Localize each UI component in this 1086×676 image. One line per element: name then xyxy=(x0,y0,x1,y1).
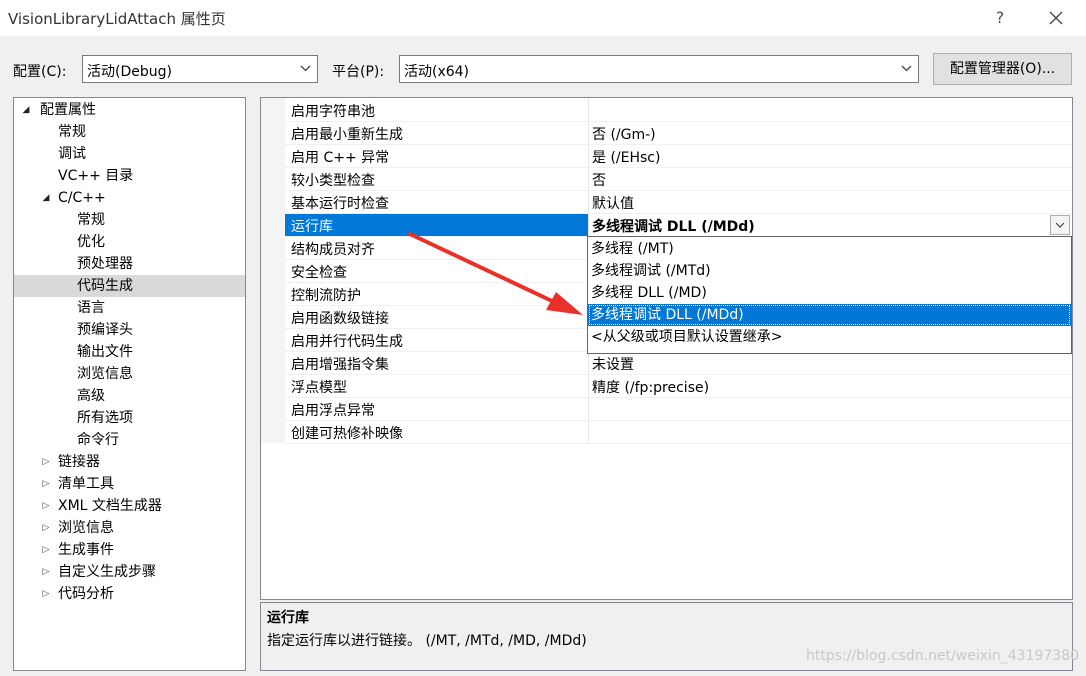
tree-node-build-events[interactable]: ▷ 生成事件 xyxy=(14,539,245,561)
dropdown-option-mdd[interactable]: 多线程调试 DLL (/MDd) xyxy=(588,304,1071,326)
close-button[interactable] xyxy=(1044,6,1068,30)
expanded-arrow-icon[interactable]: ◢ xyxy=(20,99,32,121)
property-row[interactable]: 启用 C++ 异常是 (/EHsc) xyxy=(285,145,1072,168)
window-title: VisionLibraryLidAttach 属性页 xyxy=(8,10,226,28)
tree-node-output-files[interactable]: 输出文件 xyxy=(14,341,245,363)
tree-node-command-line[interactable]: 命令行 xyxy=(14,429,245,451)
property-row[interactable]: 基本运行时检查 默认值 xyxy=(285,191,1072,214)
close-icon xyxy=(1049,11,1063,25)
property-row[interactable]: 启用增强指令集 未设置 xyxy=(285,352,1072,375)
dropdown-option-mtd[interactable]: 多线程调试 (/MTd) xyxy=(588,260,1071,282)
property-row[interactable]: 较小类型检查否 xyxy=(285,168,1072,191)
property-row[interactable]: 启用字符串池 xyxy=(285,99,1072,122)
help-button[interactable]: ? xyxy=(988,6,1012,30)
dropdown-option-mt[interactable]: 多线程 (/MT) xyxy=(588,238,1071,260)
tree-node-code-analysis[interactable]: ▷ 代码分析 xyxy=(14,583,245,605)
property-tree: ◢ 配置属性 常规 调试 VC++ 目录 ◢ C/C++ 常规 优化 预处理器 代码… xyxy=(13,97,246,671)
platform-label: 平台(P): xyxy=(332,64,385,80)
collapsed-arrow-icon[interactable]: ▷ xyxy=(40,495,52,517)
description-title: 运行库 xyxy=(267,610,309,626)
dropdown-option-md[interactable]: 多线程 DLL (/MD) xyxy=(588,282,1071,304)
tree-node-code-generation[interactable]: 代码生成 xyxy=(14,275,245,297)
collapsed-arrow-icon[interactable]: ▷ xyxy=(40,561,52,583)
tree-node-cpp-general[interactable]: 常规 xyxy=(14,209,245,231)
property-row-runtime-library[interactable]: 运行库 多线程调试 DLL (/MDd) xyxy=(285,214,1072,237)
tree-node-manifest-tool[interactable]: ▷ 清单工具 xyxy=(14,473,245,495)
collapsed-arrow-icon[interactable]: ▷ xyxy=(40,451,52,473)
tree-node-browse-info[interactable]: 浏览信息 xyxy=(14,363,245,385)
chevron-down-icon xyxy=(300,65,311,72)
property-row[interactable]: 浮点模型 精度 (/fp:precise) xyxy=(285,375,1072,398)
property-row[interactable]: 启用浮点异常 xyxy=(285,398,1072,421)
tree-node-precompiled-headers[interactable]: 预编译头 xyxy=(14,319,245,341)
config-manager-button[interactable]: 配置管理器(O)... xyxy=(933,53,1072,85)
collapsed-arrow-icon[interactable]: ▷ xyxy=(40,517,52,539)
tree-node-all-options[interactable]: 所有选项 xyxy=(14,407,245,429)
collapsed-arrow-icon[interactable]: ▷ xyxy=(40,539,52,561)
tree-node-custom-build-step[interactable]: ▷ 自定义生成步骤 xyxy=(14,561,245,583)
tree-node-language[interactable]: 语言 xyxy=(14,297,245,319)
property-row[interactable]: 创建可热修补映像 xyxy=(285,421,1072,444)
config-label: 配置(C): xyxy=(13,64,67,80)
tree-node-config-properties[interactable]: ◢ 配置属性 xyxy=(14,99,245,121)
title-bar: VisionLibraryLidAttach 属性页 ? xyxy=(0,0,1086,36)
tree-node-cpp[interactable]: ◢ C/C++ xyxy=(14,187,245,209)
dropdown-option-inherit[interactable]: <从父级或项目默认设置继承> xyxy=(588,326,1071,348)
tree-node-xml-doc-generator[interactable]: ▷ XML 文档生成器 xyxy=(14,495,245,517)
config-select[interactable]: 活动(Debug) xyxy=(82,55,318,83)
tree-node-linker[interactable]: ▷ 链接器 xyxy=(14,451,245,473)
watermark: https://blog.csdn.net/weixin_43197380 xyxy=(806,648,1080,664)
tree-node-browse-info-2[interactable]: ▷ 浏览信息 xyxy=(14,517,245,539)
collapsed-arrow-icon[interactable]: ▷ xyxy=(40,473,52,495)
collapsed-arrow-icon[interactable]: ▷ xyxy=(40,583,52,605)
property-row[interactable]: 启用最小重新生成否 (/Gm-) xyxy=(285,122,1072,145)
runtime-library-value[interactable]: 多线程调试 DLL (/MDd) xyxy=(592,216,755,236)
runtime-library-dropdown-list: 多线程 (/MT) 多线程调试 (/MTd) 多线程 DLL (/MD) 多线程… xyxy=(587,236,1072,354)
runtime-library-dropdown-button[interactable] xyxy=(1050,215,1070,235)
tree-node-optimization[interactable]: 优化 xyxy=(14,231,245,253)
tree-node-preprocessor[interactable]: 预处理器 xyxy=(14,253,245,275)
description-text: 指定运行库以进行链接。 (/MT, /MTd, /MD, /MDd) xyxy=(267,633,587,649)
tree-node-vc-directories[interactable]: VC++ 目录 xyxy=(14,165,245,187)
chevron-down-icon xyxy=(1055,222,1065,228)
tree-node-debugging[interactable]: 调试 xyxy=(14,143,245,165)
chevron-down-icon xyxy=(901,65,912,72)
platform-select[interactable]: 活动(x64) xyxy=(399,55,919,83)
platform-select-value: 活动(x64) xyxy=(404,64,470,80)
tree-node-general[interactable]: 常规 xyxy=(14,121,245,143)
grid-gutter xyxy=(261,98,285,443)
config-select-value: 活动(Debug) xyxy=(87,64,172,80)
tree-node-advanced[interactable]: 高级 xyxy=(14,385,245,407)
expanded-arrow-icon[interactable]: ◢ xyxy=(40,187,52,209)
